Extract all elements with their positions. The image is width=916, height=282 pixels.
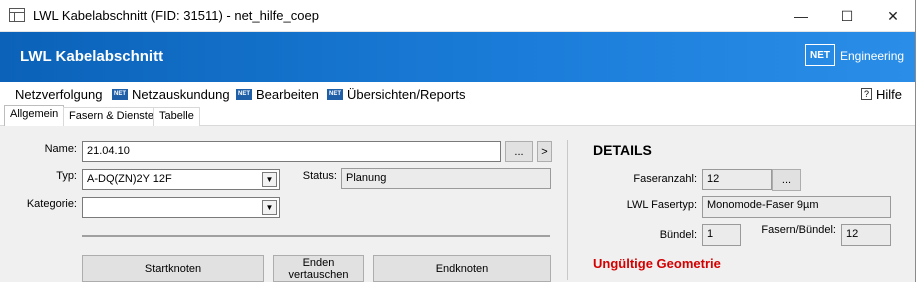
menu-item-label: Netzverfolgung (15, 86, 103, 102)
name-browse-button[interactable]: ... (505, 141, 533, 162)
net-icon: NET (236, 88, 252, 100)
banner-title: LWL Kabelabschnitt (20, 48, 164, 65)
name-label: Name: (44, 143, 77, 155)
status-label: Status: (302, 170, 337, 182)
close-button[interactable]: ✕ (870, 0, 916, 32)
faseranzahl-field: 12 (702, 169, 772, 190)
buendel-label: Bündel: (659, 229, 697, 241)
kategorie-select[interactable]: ▼ (82, 197, 280, 218)
chevron-down-icon[interactable]: ▼ (262, 172, 277, 187)
endknoten-button[interactable]: Endknoten (373, 255, 551, 282)
menu-item-label: Übersichten/Reports (347, 86, 466, 102)
fasertyp-field: Monomode-Faser 9µm (702, 196, 891, 218)
typ-select[interactable]: A-DQ(ZN)2Y 12F ▼ (82, 169, 280, 190)
kategorie-label: Kategorie: (26, 198, 77, 210)
startknoten-button[interactable]: Startknoten (82, 255, 264, 282)
faseranzahl-label: Faseranzahl: (633, 173, 697, 185)
name-input[interactable]: 21.04.10 (82, 141, 501, 162)
tab-allgemein[interactable]: Allgemein (4, 105, 65, 127)
menu-item-label: Netzauskundung (132, 86, 230, 102)
buendel-field: 1 (702, 224, 741, 246)
details-heading: DETAILS (593, 142, 652, 158)
menu-item-label: Bearbeiten (256, 86, 319, 102)
tab-fasern-dienste[interactable]: Fasern & Dienste (63, 107, 160, 126)
menu-netzverfolgung[interactable]: Netzverfolgung (15, 85, 102, 103)
vertical-separator (567, 140, 568, 280)
menu-bar: Netzverfolgung NET Netzauskundung NET Be… (0, 82, 916, 104)
name-next-button[interactable]: > (537, 141, 552, 162)
fasertyp-label: LWL Fasertyp: (626, 199, 697, 211)
enden-vertauschen-button[interactable]: Enden vertauschen (273, 255, 364, 282)
tab-strip: Allgemein Fasern & Dienste Tabelle (0, 104, 916, 127)
typ-label: Typ: (56, 170, 77, 182)
status-field: Planung (341, 168, 551, 189)
window-title: LWL Kabelabschnitt (FID: 31511) - net_hi… (33, 8, 319, 23)
menu-uebersichten-reports[interactable]: NET Übersichten/Reports (327, 85, 466, 103)
separator-line (82, 235, 550, 237)
fasern-buendel-label: Fasern/Bündel: (761, 224, 836, 236)
tab-tabelle[interactable]: Tabelle (153, 107, 200, 126)
table-window-icon (9, 8, 25, 22)
header-banner: LWL Kabelabschnitt NET Engineering (0, 32, 916, 82)
menu-netzauskundung[interactable]: NET Netzauskundung (112, 85, 230, 103)
net-logo: NET (805, 44, 835, 66)
menu-bearbeiten[interactable]: NET Bearbeiten (236, 85, 319, 103)
net-icon: NET (112, 88, 128, 100)
fasern-buendel-field: 12 (841, 224, 891, 246)
typ-value: A-DQ(ZN)2Y 12F (87, 173, 172, 185)
window-titlebar: LWL Kabelabschnitt (FID: 31511) - net_hi… (0, 0, 916, 32)
menu-item-label: Hilfe (876, 86, 903, 102)
maximize-button[interactable]: ☐ (824, 0, 870, 32)
invalid-geometry-warning: Ungültige Geometrie (593, 256, 721, 271)
allgemein-panel: Name: 21.04.10 ... > Typ: A-DQ(ZN)2Y 12F… (0, 126, 916, 282)
help-icon: ? (861, 88, 872, 100)
brand-text: Engineering (840, 49, 905, 63)
net-icon: NET (327, 88, 343, 100)
chevron-down-icon[interactable]: ▼ (262, 200, 277, 215)
faseranzahl-browse-button[interactable]: ... (772, 169, 801, 191)
menu-hilfe[interactable]: ? Hilfe (861, 85, 902, 103)
minimize-button[interactable]: — (778, 0, 824, 32)
